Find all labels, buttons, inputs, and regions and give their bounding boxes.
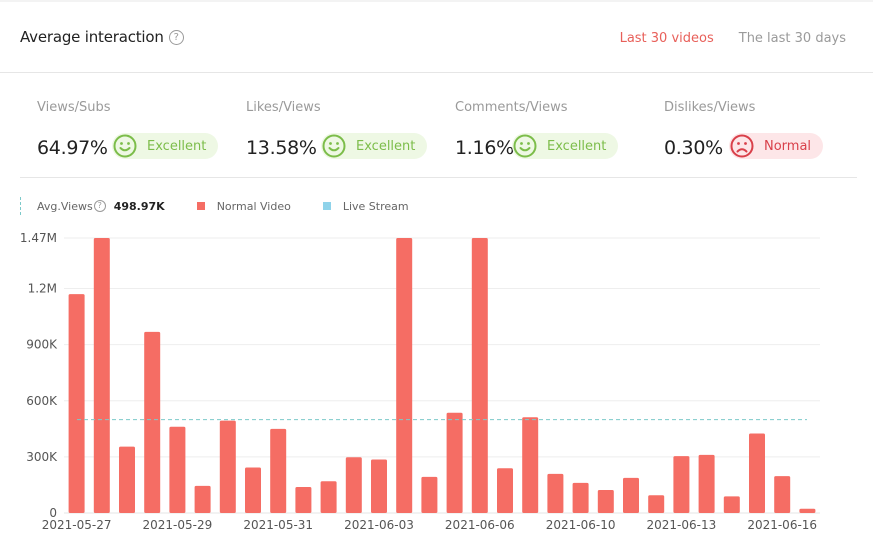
bar[interactable] <box>144 331 161 513</box>
normal-video-swatch <box>196 202 205 210</box>
smile-face-icon <box>322 134 346 158</box>
metric-value: 64.97% <box>37 137 108 159</box>
views-bar-chart: 0300K600K900K1.2M1.47M 2021-05-27 2021-05… <box>20 231 820 532</box>
card-header: Average interaction ? Last 30 videos The… <box>0 2 873 73</box>
legend-label: Live Stream <box>342 199 409 213</box>
sad-face-icon <box>730 134 754 158</box>
bar[interactable] <box>497 468 513 513</box>
chart-legend: Avg.Views ? 498.97K Normal Video Live St… <box>20 196 441 216</box>
rating-text: Excellent <box>147 138 207 154</box>
bar[interactable] <box>572 482 589 513</box>
x-tick-label: 2021-06-03 <box>344 518 414 532</box>
rating-text: Excellent <box>547 138 607 154</box>
bar[interactable] <box>320 481 337 513</box>
legend-item-live-stream[interactable]: Live Stream <box>322 199 409 213</box>
avg-views-value: 498.97K <box>113 199 165 213</box>
bar[interactable] <box>396 238 413 513</box>
bar[interactable] <box>547 473 564 513</box>
bar[interactable] <box>119 446 135 513</box>
x-tick-label: 2021-06-16 <box>747 518 817 532</box>
rating-badge: Normal <box>729 133 824 159</box>
avg-line-swatch <box>20 197 21 215</box>
live-stream-swatch <box>322 202 331 210</box>
tab-last-30-days[interactable]: The last 30 days <box>739 31 846 46</box>
metric-label: Comments/Views <box>455 100 568 115</box>
bar[interactable] <box>749 433 765 513</box>
x-tick-label: 2021-06-06 <box>445 518 515 532</box>
bar[interactable] <box>295 486 312 513</box>
bar[interactable] <box>421 476 438 513</box>
bar[interactable] <box>371 459 387 513</box>
rating-text: Excellent <box>356 138 416 154</box>
metric-value: 1.16% <box>455 137 514 159</box>
bar[interactable] <box>698 454 715 513</box>
bar[interactable] <box>723 496 740 513</box>
bar[interactable] <box>597 489 614 513</box>
bar[interactable] <box>623 477 639 513</box>
title-text: Average interaction <box>20 28 164 46</box>
y-tick-label: 900K <box>26 338 58 352</box>
bar[interactable] <box>799 508 816 513</box>
page-title: Average interaction ? <box>20 28 184 46</box>
y-tick-label: 300K <box>26 450 58 464</box>
avg-views-label: Avg.Views <box>37 199 93 213</box>
x-tick-label: 2021-05-29 <box>143 518 213 532</box>
bar[interactable] <box>270 428 287 513</box>
bar[interactable] <box>219 420 236 513</box>
bar[interactable] <box>169 426 186 513</box>
question-circle-icon[interactable]: ? <box>93 200 106 212</box>
bar[interactable] <box>471 238 488 513</box>
rating-badge: Excellent <box>321 133 428 159</box>
x-tick-label: 2021-06-10 <box>546 518 616 532</box>
tab-last-30-videos[interactable]: Last 30 videos <box>620 31 714 46</box>
y-tick-label: 1.2M <box>28 282 57 296</box>
bar[interactable] <box>673 456 690 513</box>
bars <box>68 238 816 513</box>
rating-badge: Excellent <box>112 133 219 159</box>
x-tick-label: 2021-05-27 <box>42 518 112 532</box>
bar[interactable] <box>68 294 85 513</box>
range-tabs: Last 30 videos The last 30 days <box>620 31 846 46</box>
metric-label: Likes/Views <box>246 100 321 115</box>
smile-face-icon <box>513 134 537 158</box>
bar[interactable] <box>93 238 110 513</box>
metric-label: Dislikes/Views <box>664 100 756 115</box>
legend-label: Normal Video <box>216 199 291 213</box>
bar[interactable] <box>446 412 463 513</box>
bar[interactable] <box>345 457 362 513</box>
metric-label: Views/Subs <box>37 100 111 115</box>
x-tick-label: 2021-06-13 <box>647 518 717 532</box>
metric-value: 0.30% <box>664 137 723 159</box>
x-axis: 2021-05-27 2021-05-29 2021-05-31 2021-06-03… <box>42 518 817 532</box>
question-circle-icon[interactable]: ? <box>168 29 184 45</box>
metric-value: 13.58% <box>246 137 317 159</box>
bar[interactable] <box>245 467 261 513</box>
x-tick-label: 2021-05-31 <box>243 518 313 532</box>
rating-text: Normal <box>764 138 812 154</box>
rating-badge: Excellent <box>512 133 619 159</box>
bar[interactable] <box>648 495 665 513</box>
legend-item-normal-video[interactable]: Normal Video <box>196 199 291 213</box>
bar[interactable] <box>522 417 539 513</box>
bar[interactable] <box>194 485 211 513</box>
bar[interactable] <box>774 476 791 513</box>
y-tick-label: 600K <box>26 394 58 408</box>
y-axis: 0300K600K900K1.2M1.47M <box>20 231 58 520</box>
y-tick-label: 1.47M <box>20 231 57 245</box>
metrics-row: Views/Subs 64.97% Excellent Likes/Views … <box>20 73 857 178</box>
smile-face-icon <box>113 134 137 158</box>
